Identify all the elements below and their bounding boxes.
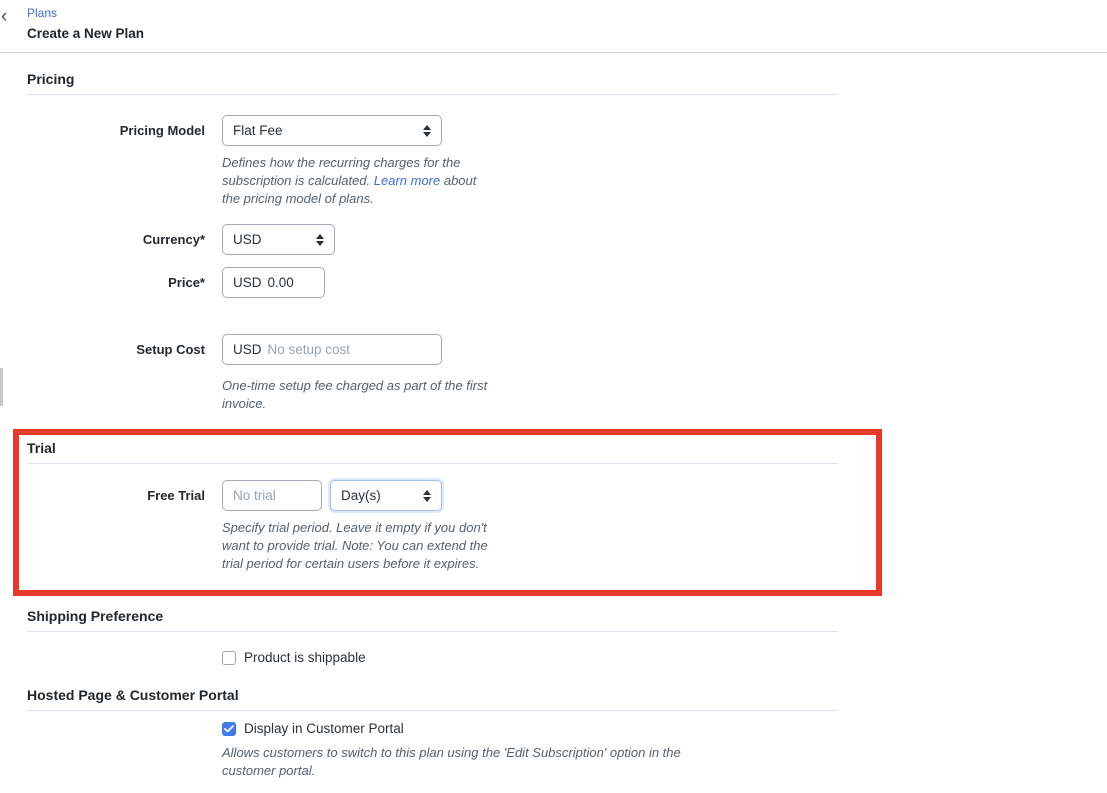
price-input-box[interactable]: USD xyxy=(222,267,325,298)
setup-cost-label: Setup Cost xyxy=(27,334,222,357)
section-divider xyxy=(27,710,838,711)
form-content: Pricing Pricing Model Flat Fee Defines h… xyxy=(0,71,1107,780)
setup-cost-input[interactable] xyxy=(268,342,431,357)
portal-help: Allows customers to switch to this plan … xyxy=(222,744,692,780)
pricing-model-value: Flat Fee xyxy=(233,123,283,138)
trial-unit-select[interactable]: Day(s) xyxy=(330,480,442,511)
page-header: ‹ Plans Create a New Plan xyxy=(0,0,1107,52)
section-title-trial: Trial xyxy=(27,440,876,456)
breadcrumb-plans-link[interactable]: Plans xyxy=(27,6,57,20)
setup-cost-input-box[interactable]: USD xyxy=(222,334,442,365)
portal-check-row[interactable]: Display in Customer Portal xyxy=(222,721,1107,736)
section-title-hosted: Hosted Page & Customer Portal xyxy=(27,687,1107,703)
price-label: Price* xyxy=(27,267,222,290)
setup-cost-row: Setup Cost USD xyxy=(27,334,1107,365)
free-trial-input[interactable] xyxy=(222,480,322,511)
currency-prefix: USD xyxy=(233,342,262,357)
trial-annotation-box: Trial Free Trial Day(s) Specify trial pe… xyxy=(13,429,882,596)
pricing-model-select[interactable]: Flat Fee xyxy=(222,115,442,146)
section-divider xyxy=(27,631,838,632)
currency-select[interactable]: USD xyxy=(222,224,335,255)
free-trial-row: Free Trial Day(s) xyxy=(27,480,876,511)
shippable-checkbox-label[interactable]: Product is shippable xyxy=(244,650,366,665)
currency-row: Currency* USD xyxy=(27,224,1107,255)
back-chevron-icon[interactable]: ‹ xyxy=(1,8,7,26)
scrollbar-thumb[interactable] xyxy=(0,368,3,406)
pricing-model-label: Pricing Model xyxy=(27,115,222,138)
learn-more-link[interactable]: Learn more xyxy=(374,173,440,188)
pricing-model-help: Defines how the recurring charges for th… xyxy=(222,154,478,208)
section-divider xyxy=(27,463,838,464)
setup-cost-help: One-time setup fee charged as part of th… xyxy=(222,377,498,413)
portal-checkbox-label[interactable]: Display in Customer Portal xyxy=(244,721,404,736)
create-plan-page: ‹ Plans Create a New Plan Pricing Pricin… xyxy=(0,0,1107,793)
portal-checkbox[interactable] xyxy=(222,722,236,736)
pricing-model-row: Pricing Model Flat Fee xyxy=(27,115,1107,146)
price-row: Price* USD xyxy=(27,267,1107,298)
free-trial-help: Specify trial period. Leave it empty if … xyxy=(222,519,490,573)
section-divider xyxy=(27,94,838,95)
section-title-pricing: Pricing xyxy=(27,71,1107,87)
free-trial-label: Free Trial xyxy=(27,480,222,503)
checkmark-icon xyxy=(224,725,234,733)
price-input[interactable] xyxy=(268,275,314,290)
currency-value: USD xyxy=(233,232,262,247)
header-divider xyxy=(0,52,1107,53)
section-title-shipping: Shipping Preference xyxy=(27,608,1107,624)
select-arrows-icon xyxy=(316,234,324,246)
shippable-check-row[interactable]: Product is shippable xyxy=(222,650,1107,665)
currency-label: Currency* xyxy=(27,224,222,247)
trial-unit-value: Day(s) xyxy=(341,488,381,503)
select-arrows-icon xyxy=(423,125,431,137)
shippable-checkbox[interactable] xyxy=(222,651,236,665)
select-arrows-icon xyxy=(423,490,431,502)
currency-prefix: USD xyxy=(233,275,262,290)
page-title: Create a New Plan xyxy=(27,26,1107,41)
